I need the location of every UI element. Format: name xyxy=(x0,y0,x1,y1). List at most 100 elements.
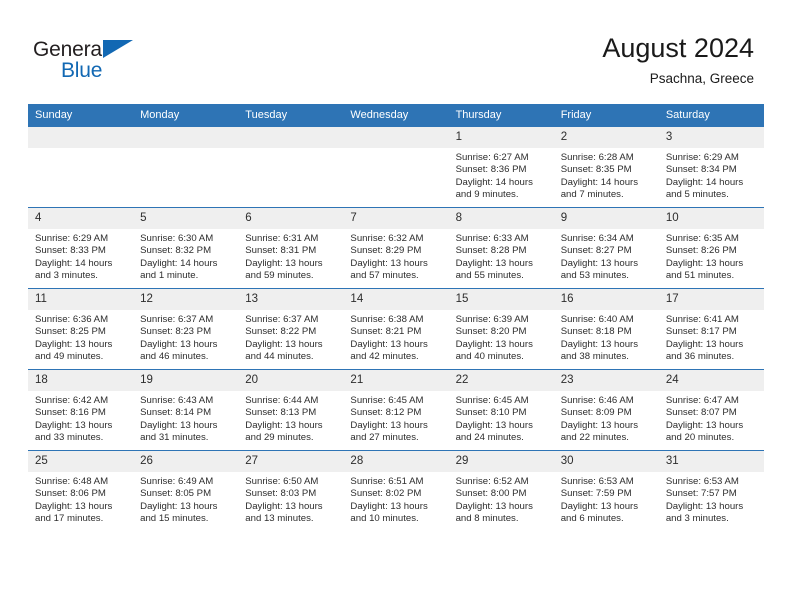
day-sun-details: Sunrise: 6:33 AM Sunset: 8:28 PM Dayligh… xyxy=(455,233,533,282)
day-number: 9 xyxy=(553,208,659,229)
day-number: 23 xyxy=(553,370,659,391)
calendar-day-cell[interactable]: 26 Sunrise: 6:49 AM Sunset: 8:05 PM Dayli… xyxy=(133,450,239,531)
day-sun-details: Sunrise: 6:38 AM Sunset: 8:21 PM Dayligh… xyxy=(350,314,428,363)
calendar-day-cell[interactable]: 2 Sunrise: 6:28 AM Sunset: 8:35 PM Daylig… xyxy=(553,127,659,208)
calendar-day-cell[interactable]: 23 Sunrise: 6:46 AM Sunset: 8:09 PM Dayli… xyxy=(553,369,659,451)
day-number: 17 xyxy=(658,289,764,310)
day-sun-details: Sunrise: 6:27 AM Sunset: 8:36 PM Dayligh… xyxy=(455,152,533,201)
calendar-day-cell[interactable]: 3 Sunrise: 6:29 AM Sunset: 8:34 PM Daylig… xyxy=(658,127,764,208)
weekday-header-tuesday: Tuesday xyxy=(238,104,344,127)
day-sun-details: Sunrise: 6:45 AM Sunset: 8:12 PM Dayligh… xyxy=(350,395,428,444)
day-sun-details: Sunrise: 6:37 AM Sunset: 8:22 PM Dayligh… xyxy=(245,314,323,363)
calendar-day-cell[interactable]: 12 Sunrise: 6:37 AM Sunset: 8:23 PM Dayli… xyxy=(133,288,239,370)
day-sun-details: Sunrise: 6:34 AM Sunset: 8:27 PM Dayligh… xyxy=(560,233,639,282)
day-sun-details xyxy=(28,148,133,152)
calendar-day-cell[interactable]: 16 Sunrise: 6:40 AM Sunset: 8:18 PM Dayli… xyxy=(553,288,659,370)
day-number: 29 xyxy=(448,451,554,472)
day-number: 7 xyxy=(343,208,449,229)
calendar-day-cell[interactable]: 24 Sunrise: 6:47 AM Sunset: 8:07 PM Dayli… xyxy=(658,369,764,451)
calendar-day-cell[interactable]: 14 Sunrise: 6:38 AM Sunset: 8:21 PM Dayli… xyxy=(343,288,449,370)
calendar-day-cell[interactable]: 30 Sunrise: 6:53 AM Sunset: 7:59 PM Dayli… xyxy=(553,450,659,531)
general-blue-logo[interactable]: General Blue xyxy=(33,38,153,84)
day-sun-details: Sunrise: 6:32 AM Sunset: 8:29 PM Dayligh… xyxy=(350,233,428,282)
calendar-day-cell[interactable]: 18 Sunrise: 6:42 AM Sunset: 8:16 PM Dayli… xyxy=(28,369,134,451)
logo-text-blue: Blue xyxy=(61,59,103,82)
calendar-day-cell[interactable]: 15 Sunrise: 6:39 AM Sunset: 8:20 PM Dayli… xyxy=(448,288,554,370)
day-sun-details: Sunrise: 6:49 AM Sunset: 8:05 PM Dayligh… xyxy=(140,476,218,525)
day-sun-details: Sunrise: 6:45 AM Sunset: 8:10 PM Dayligh… xyxy=(455,395,533,444)
day-number: 31 xyxy=(658,451,764,472)
day-sun-details: Sunrise: 6:36 AM Sunset: 8:25 PM Dayligh… xyxy=(35,314,113,363)
calendar-day-cell[interactable]: 5 Sunrise: 6:30 AM Sunset: 8:32 PM Daylig… xyxy=(133,207,239,289)
calendar-day-cell-empty xyxy=(343,127,449,208)
day-sun-details: Sunrise: 6:28 AM Sunset: 8:35 PM Dayligh… xyxy=(560,152,639,201)
day-number: 11 xyxy=(28,289,134,310)
calendar-day-cell[interactable]: 17 Sunrise: 6:41 AM Sunset: 8:17 PM Dayli… xyxy=(658,288,764,370)
day-sun-details: Sunrise: 6:46 AM Sunset: 8:09 PM Dayligh… xyxy=(560,395,639,444)
day-number: 18 xyxy=(28,370,134,391)
day-number: 22 xyxy=(448,370,554,391)
calendar-week-row: 18 Sunrise: 6:42 AM Sunset: 8:16 PM Dayli… xyxy=(28,369,764,451)
calendar-day-cell[interactable]: 28 Sunrise: 6:51 AM Sunset: 8:02 PM Dayli… xyxy=(343,450,449,531)
day-sun-details: Sunrise: 6:52 AM Sunset: 8:00 PM Dayligh… xyxy=(455,476,533,525)
day-sun-details: Sunrise: 6:47 AM Sunset: 8:07 PM Dayligh… xyxy=(665,395,744,444)
calendar-day-cell[interactable]: 25 Sunrise: 6:48 AM Sunset: 8:06 PM Dayli… xyxy=(28,450,134,531)
day-sun-details xyxy=(343,148,448,152)
weekday-header-friday: Friday xyxy=(553,104,659,127)
calendar-day-cell[interactable]: 31 Sunrise: 6:53 AM Sunset: 7:57 PM Dayli… xyxy=(658,450,764,531)
calendar-day-cell[interactable]: 22 Sunrise: 6:45 AM Sunset: 8:10 PM Dayli… xyxy=(448,369,554,451)
page-title: August 2024 xyxy=(602,33,754,63)
day-sun-details: Sunrise: 6:50 AM Sunset: 8:03 PM Dayligh… xyxy=(245,476,323,525)
weekday-header-wednesday: Wednesday xyxy=(343,104,449,127)
day-number: 8 xyxy=(448,208,554,229)
day-number xyxy=(343,127,449,148)
calendar-day-cell[interactable]: 7 Sunrise: 6:32 AM Sunset: 8:29 PM Daylig… xyxy=(343,207,449,289)
day-sun-details: Sunrise: 6:35 AM Sunset: 8:26 PM Dayligh… xyxy=(665,233,744,282)
day-sun-details: Sunrise: 6:53 AM Sunset: 7:59 PM Dayligh… xyxy=(560,476,639,525)
day-sun-details: Sunrise: 6:53 AM Sunset: 7:57 PM Dayligh… xyxy=(665,476,744,525)
day-sun-details: Sunrise: 6:29 AM Sunset: 8:33 PM Dayligh… xyxy=(35,233,113,282)
day-number: 24 xyxy=(658,370,764,391)
day-sun-details: Sunrise: 6:44 AM Sunset: 8:13 PM Dayligh… xyxy=(245,395,323,444)
day-sun-details: Sunrise: 6:37 AM Sunset: 8:23 PM Dayligh… xyxy=(140,314,218,363)
calendar-day-cell[interactable]: 1 Sunrise: 6:27 AM Sunset: 8:36 PM Daylig… xyxy=(448,127,554,208)
day-number: 14 xyxy=(343,289,449,310)
calendar-day-cell[interactable]: 29 Sunrise: 6:52 AM Sunset: 8:00 PM Dayli… xyxy=(448,450,554,531)
calendar-week-row: 11 Sunrise: 6:36 AM Sunset: 8:25 PM Dayli… xyxy=(28,288,764,370)
day-number: 3 xyxy=(658,127,764,148)
calendar-day-cell[interactable]: 9 Sunrise: 6:34 AM Sunset: 8:27 PM Daylig… xyxy=(553,207,659,289)
day-number: 2 xyxy=(553,127,659,148)
weekday-header-sunday: Sunday xyxy=(28,104,134,127)
day-number: 15 xyxy=(448,289,554,310)
day-number: 30 xyxy=(553,451,659,472)
day-number: 28 xyxy=(343,451,449,472)
calendar-day-cell[interactable]: 19 Sunrise: 6:43 AM Sunset: 8:14 PM Dayli… xyxy=(133,369,239,451)
calendar-week-row: 1 Sunrise: 6:27 AM Sunset: 8:36 PM Daylig… xyxy=(28,127,764,208)
calendar-day-cell[interactable]: 6 Sunrise: 6:31 AM Sunset: 8:31 PM Daylig… xyxy=(238,207,344,289)
location-subtitle: Psachna, Greece xyxy=(649,71,754,86)
calendar-day-cell[interactable]: 20 Sunrise: 6:44 AM Sunset: 8:13 PM Dayli… xyxy=(238,369,344,451)
day-sun-details: Sunrise: 6:31 AM Sunset: 8:31 PM Dayligh… xyxy=(245,233,323,282)
blue-triangle-icon xyxy=(103,40,133,58)
day-number xyxy=(28,127,134,148)
calendar-day-cell[interactable]: 11 Sunrise: 6:36 AM Sunset: 8:25 PM Dayli… xyxy=(28,288,134,370)
day-sun-details xyxy=(133,148,238,152)
calendar-day-cell-empty xyxy=(133,127,239,208)
day-number: 4 xyxy=(28,208,134,229)
day-sun-details: Sunrise: 6:48 AM Sunset: 8:06 PM Dayligh… xyxy=(35,476,113,525)
calendar-day-cell[interactable]: 13 Sunrise: 6:37 AM Sunset: 8:22 PM Dayli… xyxy=(238,288,344,370)
calendar-day-cell[interactable]: 21 Sunrise: 6:45 AM Sunset: 8:12 PM Dayli… xyxy=(343,369,449,451)
day-sun-details xyxy=(238,148,343,152)
calendar-day-cell[interactable]: 4 Sunrise: 6:29 AM Sunset: 8:33 PM Daylig… xyxy=(28,207,134,289)
day-number xyxy=(133,127,239,148)
day-number: 5 xyxy=(133,208,239,229)
weekday-header-monday: Monday xyxy=(133,104,239,127)
calendar-day-cell[interactable]: 27 Sunrise: 6:50 AM Sunset: 8:03 PM Dayli… xyxy=(238,450,344,531)
day-number: 27 xyxy=(238,451,344,472)
day-sun-details: Sunrise: 6:39 AM Sunset: 8:20 PM Dayligh… xyxy=(455,314,533,363)
day-number: 13 xyxy=(238,289,344,310)
day-number: 10 xyxy=(658,208,764,229)
day-sun-details: Sunrise: 6:29 AM Sunset: 8:34 PM Dayligh… xyxy=(665,152,744,201)
calendar-day-cell[interactable]: 10 Sunrise: 6:35 AM Sunset: 8:26 PM Dayli… xyxy=(658,207,764,289)
calendar-day-cell[interactable]: 8 Sunrise: 6:33 AM Sunset: 8:28 PM Daylig… xyxy=(448,207,554,289)
